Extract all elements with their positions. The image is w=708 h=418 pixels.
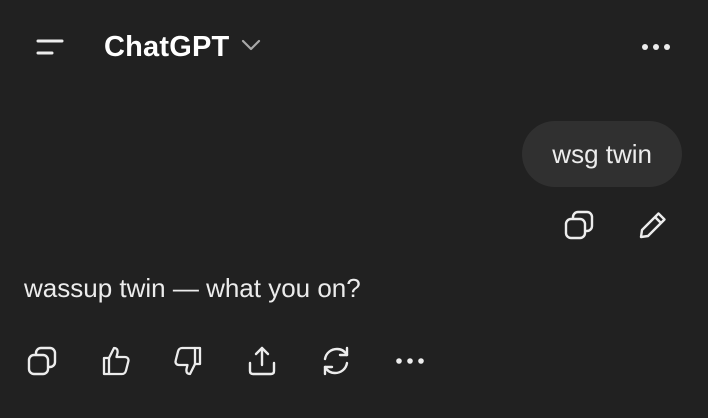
- more-actions-button[interactable]: [388, 340, 432, 382]
- copy-response-button[interactable]: [20, 340, 64, 382]
- edit-pencil-icon: [636, 208, 670, 242]
- user-message-text: wsg twin: [552, 138, 652, 169]
- sidebar-menu-icon: [28, 32, 68, 62]
- chevron-down-icon: [241, 38, 261, 57]
- user-message-bubble: wsg twin: [522, 121, 682, 187]
- regenerate-icon: [319, 344, 353, 378]
- more-horizontal-icon: [640, 42, 672, 52]
- assistant-message-text: wassup twin — what you on?: [24, 273, 361, 303]
- copy-user-message-button[interactable]: [556, 204, 602, 246]
- edit-user-message-button[interactable]: [630, 204, 676, 246]
- sidebar-menu-button[interactable]: [22, 24, 74, 70]
- model-selector[interactable]: ChatGPT: [104, 27, 261, 67]
- more-options-button[interactable]: [632, 26, 680, 68]
- page-title: ChatGPT: [104, 30, 230, 63]
- share-button[interactable]: [240, 340, 284, 382]
- thumbs-up-icon: [99, 344, 133, 378]
- regenerate-button[interactable]: [314, 340, 358, 382]
- more-horizontal-icon: [395, 356, 425, 366]
- copy-icon: [25, 344, 59, 378]
- copy-icon: [562, 208, 596, 242]
- share-icon: [245, 344, 279, 378]
- chat-screen: ChatGPT wsg twin wassup twin — what you …: [0, 0, 708, 418]
- good-response-button[interactable]: [94, 340, 138, 382]
- thumbs-down-icon: [171, 344, 205, 378]
- bad-response-button[interactable]: [166, 340, 210, 382]
